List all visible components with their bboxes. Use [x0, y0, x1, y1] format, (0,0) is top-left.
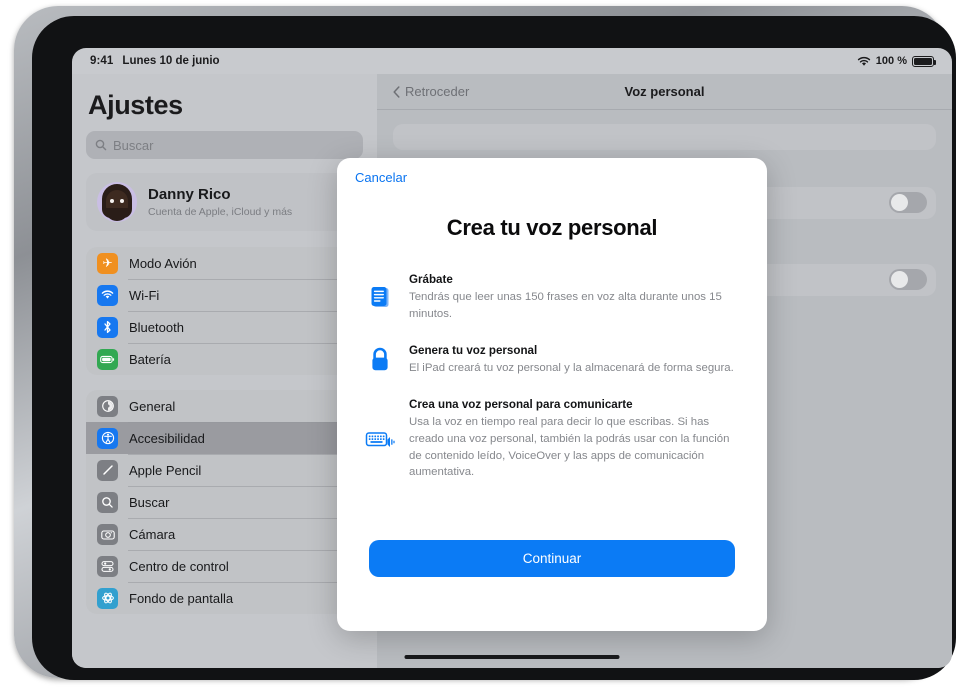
home-indicator[interactable]	[404, 654, 620, 659]
magnifier-icon	[97, 491, 118, 513]
sidebar-group-connectivity: ✈ Modo Avión Wi-Fi Si	[86, 247, 363, 375]
battery-percent-label: 100 %	[875, 55, 907, 67]
sidebar-item-accesibilidad[interactable]: Accesibilidad	[86, 422, 363, 454]
sidebar-item-modo-avion[interactable]: ✈ Modo Avión	[86, 247, 363, 279]
camera-icon	[97, 523, 118, 545]
sidebar-item-label: General	[129, 398, 176, 414]
feature-body: El iPad creará tu voz personal y la alma…	[409, 361, 734, 374]
sidebar-item-label: Batería	[129, 351, 171, 367]
status-time: 9:41	[90, 55, 114, 67]
feature-body: Usa la voz en tiempo real para decir lo …	[409, 415, 730, 479]
profile-text: Danny Rico Cuenta de Apple, iCloud y más	[148, 186, 292, 219]
accessibility-icon	[97, 427, 118, 449]
wifi-icon	[857, 56, 870, 66]
battery-icon	[97, 348, 118, 370]
feature-body: Tendrás que leer unas 150 frases en voz …	[409, 291, 722, 320]
lock-icon	[365, 343, 395, 377]
sidebar-item-wifi[interactable]: Wi-Fi Si	[86, 279, 363, 311]
keyboard-speak-icon	[365, 397, 395, 482]
feature-heading: Genera tu voz personal	[409, 343, 538, 357]
settings-sidebar[interactable]: Ajustes Buscar Danny Rico Cuenta de Appl…	[72, 74, 377, 668]
feature-record: Grábate Tendrás que leer unas 150 frases…	[365, 272, 743, 323]
toggle-switch-2[interactable]	[889, 269, 927, 291]
sidebar-item-label: Wi-Fi	[129, 287, 160, 303]
sidebar-item-label: Fondo de pantalla	[129, 590, 234, 606]
sidebar-item-general[interactable]: General	[86, 390, 363, 422]
sidebar-item-label: Bluetooth	[129, 319, 184, 335]
status-bar: 9:41 Lunes 10 de junio 100 %	[72, 48, 952, 74]
continue-button[interactable]: Continuar	[369, 540, 735, 577]
personal-voice-modal: Cancelar Crea tu voz personal Grábate Te…	[337, 158, 767, 631]
sidebar-item-buscar[interactable]: Buscar	[86, 486, 363, 518]
ipad-frame-outer: 9:41 Lunes 10 de junio 100 % Ajustes Bus…	[14, 6, 956, 680]
detail-navbar: Retroceder Voz personal	[377, 74, 952, 110]
modal-title: Crea tu voz personal	[446, 215, 658, 240]
screenshot-root: 9:41 Lunes 10 de junio 100 % Ajustes Bus…	[0, 0, 960, 692]
sidebar-item-apple-pencil[interactable]: Apple Pencil	[86, 454, 363, 486]
sidebar-group-system: General Accesibilidad Apple Pencil Busca…	[86, 390, 363, 614]
wallpaper-icon	[97, 587, 118, 609]
cancel-button[interactable]: Cancelar	[355, 170, 407, 185]
back-button[interactable]: Retroceder	[393, 84, 469, 99]
feature-generate: Genera tu voz personal El iPad creará tu…	[365, 343, 743, 377]
sidebar-item-label: Centro de control	[129, 558, 229, 574]
status-bar-left: 9:41 Lunes 10 de junio	[90, 55, 220, 67]
sidebar-item-camara[interactable]: Cámara	[86, 518, 363, 550]
sidebar-item-label: Accesibilidad	[129, 430, 205, 446]
wifi-icon	[97, 284, 118, 306]
feature-communicate-text: Crea una voz personal para comunicarte U…	[409, 397, 743, 482]
sidebar-item-fondo-de-pantalla[interactable]: Fondo de pantalla	[86, 582, 363, 614]
airplane-icon: ✈	[97, 252, 118, 274]
chevron-left-icon	[393, 85, 400, 98]
pencil-icon	[97, 459, 118, 481]
search-input[interactable]: Buscar	[86, 131, 363, 159]
document-text-icon	[365, 272, 395, 323]
ipad-bezel: 9:41 Lunes 10 de junio 100 % Ajustes Bus…	[32, 16, 956, 680]
sidebar-item-label: Modo Avión	[129, 255, 197, 271]
page-title: Ajustes	[88, 90, 183, 120]
bluetooth-icon	[97, 316, 118, 338]
sidebar-item-label: Apple Pencil	[129, 462, 202, 478]
profile-subtitle: Cuenta de Apple, iCloud y más	[148, 206, 293, 219]
feature-generate-text: Genera tu voz personal El iPad creará tu…	[409, 343, 743, 377]
sidebar-item-label: Buscar	[129, 494, 170, 510]
toggle-switch-1[interactable]	[889, 192, 927, 214]
back-label: Retroceder	[405, 84, 470, 99]
ipad-screen: 9:41 Lunes 10 de junio 100 % Ajustes Bus…	[72, 48, 952, 668]
feature-record-text: Grábate Tendrás que leer unas 150 frases…	[409, 272, 743, 323]
feature-communicate: Crea una voz personal para comunicarte U…	[365, 397, 743, 482]
battery-full-icon	[912, 55, 937, 67]
sidebar-item-bluetooth[interactable]: Bluetooth	[86, 311, 363, 343]
profile-card[interactable]: Danny Rico Cuenta de Apple, iCloud y más	[86, 173, 363, 231]
status-bar-right: 100 %	[857, 55, 937, 67]
sidebar-item-centro-de-control[interactable]: Centro de control	[86, 550, 363, 582]
feature-heading: Crea una voz personal para comunicarte	[409, 397, 633, 411]
sidebar-item-bateria[interactable]: Batería	[86, 343, 363, 375]
control-center-icon	[97, 555, 118, 577]
feature-heading: Grábate	[409, 273, 453, 286]
gear-icon	[97, 395, 118, 417]
feature-list: Grábate Tendrás que leer unas 150 frases…	[365, 272, 743, 481]
search-placeholder: Buscar	[113, 137, 154, 153]
detail-block-1[interactable]	[393, 124, 936, 150]
profile-name: Danny Rico	[148, 185, 231, 203]
avatar	[97, 182, 137, 222]
search-icon	[95, 139, 107, 151]
sidebar-item-label: Cámara	[129, 526, 176, 542]
status-date: Lunes 10 de junio	[122, 55, 220, 67]
